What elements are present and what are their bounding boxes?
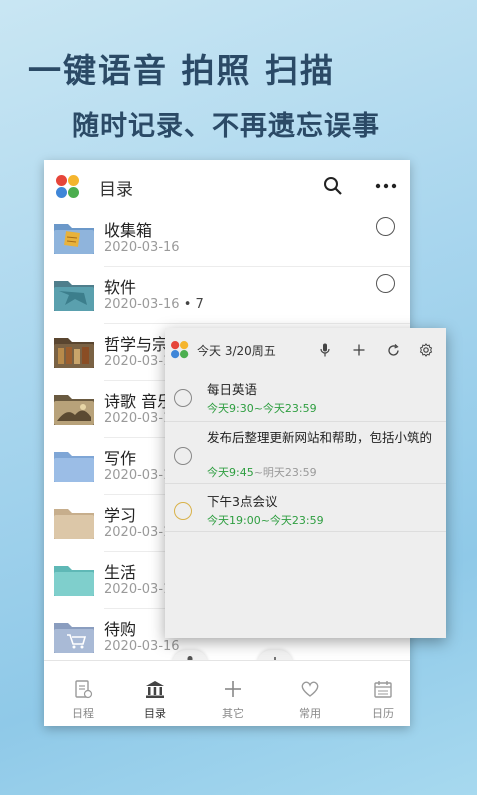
task-item[interactable]: 下午3点会议 今天19:00~今天23:59: [165, 484, 446, 532]
list-item[interactable]: 收集箱 2020-03-16: [44, 210, 410, 267]
nav-label: 其它: [222, 707, 244, 720]
folder-name: 学习: [104, 506, 137, 525]
task-time: 今天9:45~明天23:59: [207, 466, 317, 479]
search-icon[interactable]: [320, 173, 346, 199]
software-folder-icon: [53, 277, 95, 311]
settings-icon[interactable]: [416, 340, 436, 360]
divider: [165, 531, 446, 532]
cart-folder-icon: [53, 619, 95, 653]
nav-favorites[interactable]: 常用: [283, 679, 337, 721]
nav-label: 日程: [72, 707, 94, 720]
nav-schedule[interactable]: 日程: [56, 679, 110, 721]
task-checkbox-highlighted[interactable]: [174, 502, 192, 520]
folder-date: 2020-03-16: [104, 639, 180, 654]
app-logo-icon: [171, 341, 189, 359]
task-item[interactable]: 发布后整理更新网站和帮助，包括小筑的 今天9:45~明天23:59: [165, 422, 446, 484]
add-icon[interactable]: [349, 340, 369, 360]
philosophy-folder-icon: [53, 334, 95, 368]
app-logo-icon: [56, 175, 80, 199]
task-title: 下午3点会议: [207, 494, 278, 509]
folder-icon: [53, 505, 95, 539]
calendar-icon: [374, 681, 392, 698]
checkbox[interactable]: [376, 274, 395, 293]
poetry-folder-icon: [53, 391, 95, 425]
folder-name: 生活: [104, 563, 137, 582]
microphone-icon[interactable]: [315, 340, 335, 360]
task-item[interactable]: 每日英语 今天9:30~今天23:59: [165, 370, 446, 422]
folder-date: 2020-03-16 • 7: [104, 297, 204, 312]
folder-icon: [53, 448, 95, 482]
inbox-folder-icon: [53, 220, 95, 254]
nav-label: 目录: [144, 707, 166, 720]
folder-name: 收集箱: [104, 221, 153, 240]
widget-header: 今天 3/20周五: [165, 328, 446, 370]
widget-title: 今天 3/20周五: [197, 344, 276, 358]
folder-name: 诗歌 音乐: [104, 392, 174, 411]
headline: 一键语音 拍照 扫描: [28, 51, 335, 90]
folder-name: 软件: [104, 278, 137, 297]
nav-label: 日历: [372, 707, 394, 720]
task-checkbox[interactable]: [174, 447, 192, 465]
task-title: 每日英语: [207, 382, 258, 397]
folder-name: 写作: [104, 449, 137, 468]
folder-name: 待购: [104, 620, 137, 639]
folder-date: 2020-03-16: [104, 240, 180, 255]
task-title: 发布后整理更新网站和帮助，包括小筑的: [207, 430, 433, 445]
task-checkbox[interactable]: [174, 389, 192, 407]
heart-icon: [301, 681, 319, 697]
nav-other[interactable]: 其它: [206, 679, 260, 721]
task-time: 今天19:00~今天23:59: [207, 514, 324, 527]
nav-calendar[interactable]: 日历: [356, 679, 410, 721]
top-bar: 目录: [44, 160, 410, 210]
folder-icon: [53, 562, 95, 596]
nav-label: 常用: [299, 707, 321, 720]
task-time: 今天9:30~今天23:59: [207, 402, 317, 415]
list-item[interactable]: 软件 2020-03-16 • 7: [44, 267, 410, 324]
subheadline: 随时记录、不再遗忘误事: [72, 111, 380, 142]
folder-name: 哲学与宗: [104, 335, 169, 354]
folder-count: • 7: [183, 297, 204, 312]
checkbox[interactable]: [376, 217, 395, 236]
schedule-icon: [75, 680, 93, 699]
bottom-nav: 日程 目录 其它 常用 日历: [44, 660, 410, 726]
today-widget: 今天 3/20周五 每日英语 今天9:30~今天23:59 发布后整理更新网站和…: [165, 328, 446, 638]
refresh-icon[interactable]: [383, 340, 403, 360]
page-title: 目录: [99, 180, 133, 200]
more-icon[interactable]: [372, 173, 400, 199]
nav-catalog[interactable]: 目录: [128, 679, 182, 721]
catalog-icon: [146, 681, 164, 698]
plus-icon: [225, 681, 241, 697]
